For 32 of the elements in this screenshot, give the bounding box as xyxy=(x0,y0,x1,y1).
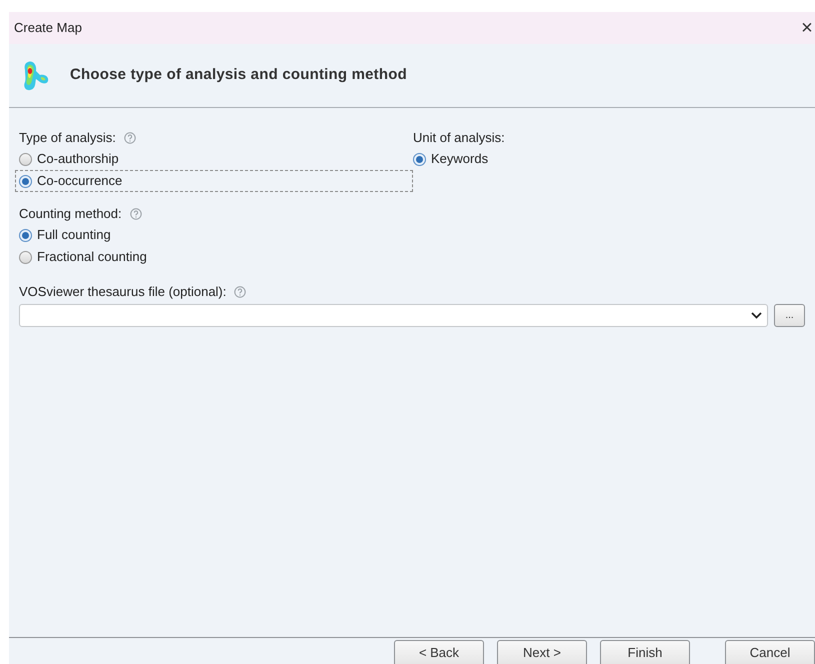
radio-label: Fractional counting xyxy=(37,248,147,266)
help-icon[interactable] xyxy=(234,286,246,298)
section-label: Counting method: xyxy=(19,205,122,224)
radio-button[interactable] xyxy=(19,152,32,166)
help-icon[interactable] xyxy=(130,208,142,220)
help-icon[interactable] xyxy=(124,132,136,144)
wizard-button[interactable]: Next > xyxy=(497,640,587,664)
radio-option[interactable]: Co-occurrence xyxy=(15,170,413,192)
close-button[interactable]: × xyxy=(799,18,815,38)
section-label: VOSviewer thesaurus file (optional): xyxy=(19,283,226,302)
radio-label: Full counting xyxy=(37,226,111,244)
section-label: Unit of analysis: xyxy=(413,129,505,148)
radio-option[interactable]: Full counting xyxy=(19,224,805,246)
section-label: Type of analysis: xyxy=(19,129,116,148)
wizard-button[interactable]: < Back xyxy=(394,640,484,664)
radio-button[interactable] xyxy=(413,152,426,166)
radio-option[interactable]: Co-authorship xyxy=(19,148,413,170)
radio-option[interactable]: Keywords xyxy=(413,148,505,170)
window-title: Create Map xyxy=(14,19,82,38)
thesaurus-dropdown[interactable] xyxy=(19,304,768,327)
radio-label: Co-occurrence xyxy=(37,172,122,190)
radio-option[interactable]: Fractional counting xyxy=(19,246,805,268)
radio-button[interactable] xyxy=(19,228,32,242)
browse-button[interactable]: ... xyxy=(774,304,805,327)
radio-button[interactable] xyxy=(19,174,32,188)
chevron-down-icon xyxy=(751,312,762,319)
wizard-button[interactable]: Cancel xyxy=(725,640,815,664)
radio-button[interactable] xyxy=(19,250,32,264)
radio-label: Co-authorship xyxy=(37,150,119,168)
radio-label: Keywords xyxy=(431,150,488,168)
wizard-button[interactable]: Finish xyxy=(600,640,690,664)
header-title: Choose type of analysis and counting method xyxy=(70,65,407,86)
